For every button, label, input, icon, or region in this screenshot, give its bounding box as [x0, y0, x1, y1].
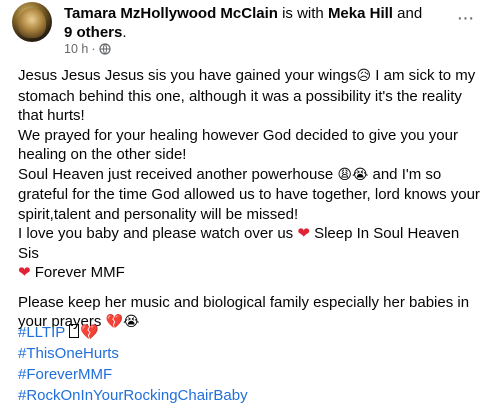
avatar[interactable]	[12, 2, 52, 42]
weary-crying-emoji: 😩😭	[337, 166, 369, 183]
avatar-photo	[18, 8, 46, 38]
hashtag-link[interactable]: #ForeverMMF	[18, 364, 248, 385]
post-meta: 10 h ·	[64, 42, 111, 56]
post-text-line4a: I love you baby and please watch over us	[18, 225, 298, 242]
hashtag-list: #LLTIP 💔 #ThisOneHurts #ForeverMMF #Rock…	[18, 322, 248, 406]
author-name[interactable]: Tamara MzHollywood McClain	[64, 5, 278, 22]
tagged-others-link[interactable]: 9 others	[64, 24, 122, 41]
post-text-line4c: Forever MMF	[30, 264, 125, 281]
heart-icon: ❤	[297, 224, 310, 242]
sad-emoji: 😥	[356, 68, 372, 84]
facebook-post: Tamara MzHollywood McClain is with Meka …	[0, 0, 491, 411]
with-text: is with	[277, 5, 328, 22]
broken-heart-icon: 💔	[80, 323, 99, 341]
post-text-line1: Jesus Jesus Jesus sis you have gained yo…	[18, 67, 357, 84]
post-paragraph: Jesus Jesus Jesus sis you have gained yo…	[18, 66, 480, 283]
hashtag-link[interactable]: #RockOnInYourRockingChairBaby	[18, 385, 248, 406]
period: .	[122, 24, 127, 41]
globe-icon[interactable]	[98, 43, 111, 55]
tagged-person[interactable]: Meka Hill	[328, 5, 393, 22]
and-text: and	[392, 5, 423, 22]
post-text-line2: We prayed for your healing however God d…	[18, 126, 458, 164]
hashtag-link[interactable]: #LLTIP 💔	[18, 322, 248, 343]
post-body: Jesus Jesus Jesus sis you have gained yo…	[18, 66, 480, 333]
heart-icon: ❤	[18, 263, 31, 281]
hashtag-link[interactable]: #ThisOneHurts	[18, 343, 248, 364]
post-header: Tamara MzHollywood McClain is with Meka …	[64, 4, 444, 42]
more-options-icon[interactable]: ···	[452, 7, 478, 29]
meta-separator: ·	[91, 42, 96, 56]
post-text-line3a: Soul Heaven just received another powerh…	[18, 165, 338, 183]
post-time[interactable]: 10 h	[64, 42, 88, 56]
missing-glyph-icon	[69, 324, 80, 338]
